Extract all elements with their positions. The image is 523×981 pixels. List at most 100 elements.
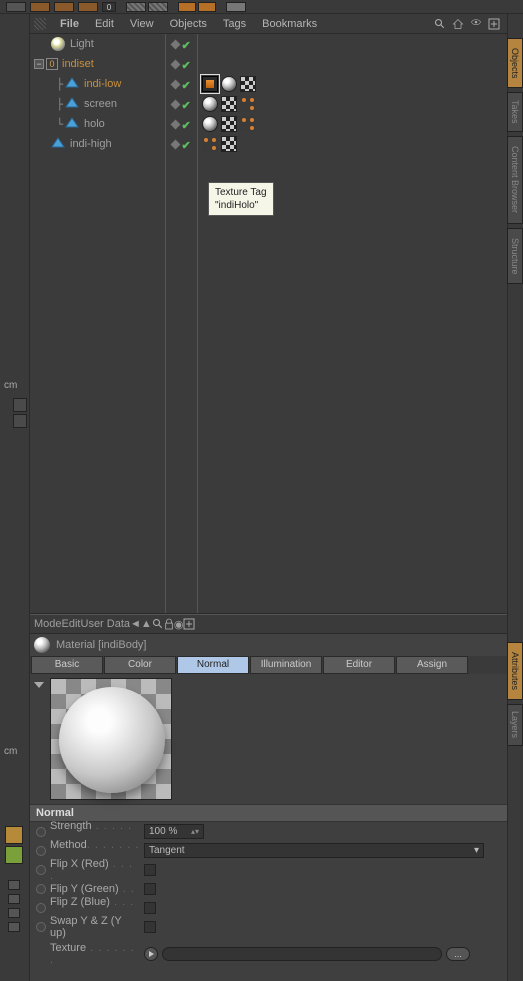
panel-grip-icon[interactable] bbox=[34, 18, 46, 30]
texture-tag-icon[interactable] bbox=[221, 96, 237, 112]
xpresso-tag-icon[interactable] bbox=[240, 96, 256, 112]
material-tag-icon[interactable] bbox=[202, 116, 218, 132]
side-tab-structure[interactable]: Structure bbox=[507, 228, 523, 284]
menu-view[interactable]: View bbox=[122, 15, 162, 33]
side-tab-attributes[interactable]: Attributes bbox=[507, 642, 523, 700]
material-preview[interactable] bbox=[50, 678, 172, 800]
visibility-dot[interactable] bbox=[170, 79, 180, 89]
material-tag-icon[interactable] bbox=[202, 96, 218, 112]
nav-up-icon[interactable]: ▲ bbox=[141, 618, 152, 630]
search-icon[interactable] bbox=[152, 618, 164, 630]
toolbar-slot[interactable] bbox=[54, 2, 74, 12]
gutter-widget[interactable] bbox=[8, 880, 20, 890]
tree-row-indi-high[interactable]: indi-high bbox=[30, 134, 165, 154]
xpresso-tag-icon[interactable] bbox=[202, 136, 218, 152]
menu-objects[interactable]: Objects bbox=[162, 15, 215, 33]
settings-icon[interactable]: ◉ bbox=[174, 618, 184, 631]
visibility-dot[interactable] bbox=[170, 59, 180, 69]
lock-icon[interactable] bbox=[164, 618, 174, 630]
visibility-dot[interactable] bbox=[170, 39, 180, 49]
toolbar-slot[interactable] bbox=[126, 2, 146, 12]
tab-color[interactable]: Color bbox=[104, 656, 176, 674]
film-icon[interactable] bbox=[5, 826, 23, 844]
collapse-triangle-icon[interactable] bbox=[34, 682, 44, 688]
render-check-icon[interactable]: ✔ bbox=[182, 39, 192, 49]
compositing-tag-icon[interactable] bbox=[202, 76, 218, 92]
swap-checkbox[interactable] bbox=[144, 921, 156, 933]
xpresso-tag-icon[interactable] bbox=[240, 116, 256, 132]
film-icon[interactable] bbox=[5, 846, 23, 864]
expander-icon[interactable]: − bbox=[34, 59, 44, 69]
strength-field[interactable]: 100 %▴▾ bbox=[144, 824, 204, 839]
visibility-dot[interactable] bbox=[170, 139, 180, 149]
toolbar-slot[interactable] bbox=[78, 2, 98, 12]
render-check-icon[interactable]: ✔ bbox=[182, 79, 192, 89]
material-tag-icon[interactable] bbox=[221, 76, 237, 92]
render-check-icon[interactable]: ✔ bbox=[182, 139, 192, 149]
gutter-widget[interactable] bbox=[8, 894, 20, 904]
gutter-widget[interactable] bbox=[13, 414, 27, 428]
texture-tag-icon[interactable] bbox=[221, 116, 237, 132]
side-tab-takes[interactable]: Takes bbox=[507, 92, 523, 132]
anim-dot-icon[interactable] bbox=[36, 827, 46, 837]
flipz-checkbox[interactable] bbox=[144, 902, 156, 914]
render-check-icon[interactable]: ✔ bbox=[182, 99, 192, 109]
method-dropdown[interactable]: Tangent▾ bbox=[144, 843, 484, 858]
texture-browse-button[interactable]: ... bbox=[446, 947, 470, 961]
new-window-icon[interactable] bbox=[183, 618, 195, 630]
flipx-checkbox[interactable] bbox=[144, 864, 156, 876]
side-tab-content-browser[interactable]: Content Browser bbox=[507, 136, 523, 224]
tree-row-indiset[interactable]: − 0 indiset bbox=[30, 54, 165, 74]
tab-editor[interactable]: Editor bbox=[323, 656, 395, 674]
side-tab-layers[interactable]: Layers bbox=[507, 704, 523, 746]
render-check-icon[interactable]: ✔ bbox=[182, 59, 192, 69]
menu-bookmarks[interactable]: Bookmarks bbox=[254, 15, 325, 33]
anim-dot-icon[interactable] bbox=[36, 903, 46, 913]
texture-tag-icon[interactable] bbox=[221, 136, 237, 152]
menu-mode[interactable]: Mode bbox=[34, 618, 62, 630]
gutter-widget[interactable] bbox=[13, 398, 27, 412]
object-tree[interactable]: Light − 0 indiset ├ indi-low ├ screen └ … bbox=[30, 34, 166, 613]
search-icon[interactable] bbox=[433, 17, 447, 31]
tab-normal[interactable]: Normal bbox=[177, 656, 249, 674]
polygon-icon bbox=[65, 97, 79, 111]
tree-row-holo[interactable]: └ holo bbox=[30, 114, 165, 134]
menu-file[interactable]: File bbox=[52, 15, 87, 33]
toolbar-button[interactable] bbox=[178, 2, 196, 12]
anim-dot-icon[interactable] bbox=[36, 846, 46, 856]
toolbar-slot[interactable] bbox=[148, 2, 168, 12]
anim-dot-icon[interactable] bbox=[36, 865, 46, 875]
tree-row-light[interactable]: Light bbox=[30, 34, 165, 54]
toolbar-slot[interactable] bbox=[6, 2, 26, 12]
eye-icon[interactable] bbox=[469, 17, 483, 31]
texture-arrow-icon[interactable] bbox=[144, 947, 158, 961]
gutter-widget[interactable] bbox=[8, 922, 20, 932]
visibility-dot[interactable] bbox=[170, 119, 180, 129]
menu-userdata[interactable]: User Data bbox=[81, 618, 131, 630]
menu-edit[interactable]: Edit bbox=[87, 15, 122, 33]
anim-dot-icon[interactable] bbox=[36, 884, 46, 894]
tree-row-screen[interactable]: ├ screen bbox=[30, 94, 165, 114]
texture-tag-icon[interactable] bbox=[240, 76, 256, 92]
gutter-widget[interactable] bbox=[8, 908, 20, 918]
left-gutter: cm cm bbox=[0, 14, 30, 981]
tree-row-indi-low[interactable]: ├ indi-low bbox=[30, 74, 165, 94]
anim-dot-icon[interactable] bbox=[36, 922, 46, 932]
visibility-dot[interactable] bbox=[170, 99, 180, 109]
toolbar-slot[interactable] bbox=[30, 2, 50, 12]
layer-badge-icon[interactable]: 0 bbox=[46, 58, 58, 70]
menu-tags[interactable]: Tags bbox=[215, 15, 254, 33]
tab-assign[interactable]: Assign bbox=[396, 656, 468, 674]
toolbar-button[interactable] bbox=[198, 2, 216, 12]
home-icon[interactable] bbox=[451, 17, 465, 31]
render-check-icon[interactable]: ✔ bbox=[182, 119, 192, 129]
expand-icon[interactable] bbox=[487, 17, 501, 31]
menu-edit[interactable]: Edit bbox=[62, 618, 81, 630]
side-tab-objects[interactable]: Objects bbox=[507, 38, 523, 88]
nav-back-icon[interactable]: ◄ bbox=[130, 618, 141, 630]
flipy-checkbox[interactable] bbox=[144, 883, 156, 895]
tab-basic[interactable]: Basic bbox=[31, 656, 103, 674]
tab-illumination[interactable]: Illumination bbox=[250, 656, 322, 674]
toolbar-slot[interactable] bbox=[226, 2, 246, 12]
texture-field[interactable] bbox=[162, 947, 442, 961]
